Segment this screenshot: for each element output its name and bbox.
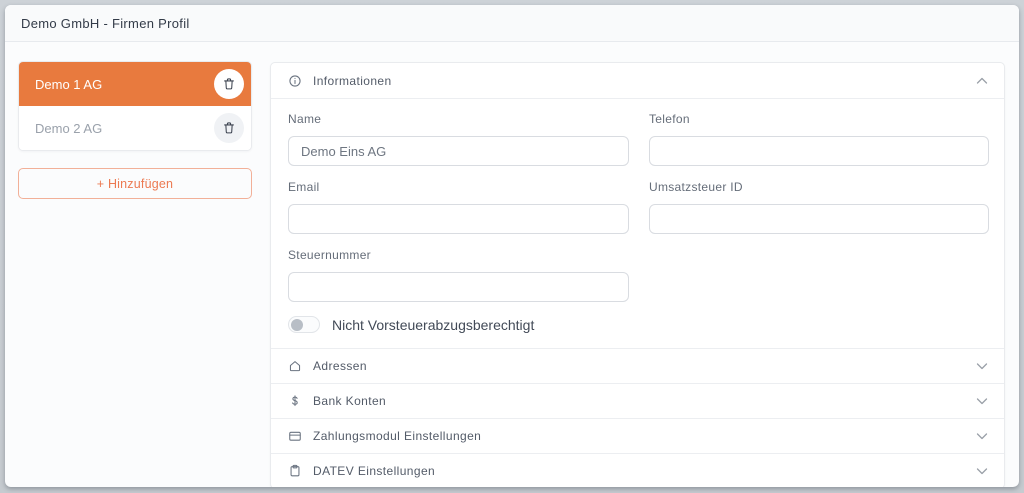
informationen-form: Name Telefon Email Umsatzsteuer ID Steue… (271, 98, 1004, 348)
section-label: Zahlungsmodul Einstellungen (313, 429, 482, 443)
section-header-bank-konten[interactable]: Bank Konten (271, 383, 1004, 418)
trash-icon (222, 77, 236, 91)
section-header-informationen[interactable]: Informationen (271, 63, 1004, 98)
name-input[interactable] (288, 136, 629, 166)
company-name: Demo 2 AG (35, 120, 103, 136)
home-icon (287, 359, 303, 373)
field-label: Telefon (649, 112, 690, 126)
company-sidebar: Demo 1 AG Demo 2 AG + Hinzufügen (18, 61, 252, 199)
credit-card-icon (287, 429, 303, 443)
section-header-datev[interactable]: DATEV Einstellungen (271, 453, 1004, 487)
toggle-knob (291, 318, 303, 331)
chevron-down-icon (976, 432, 988, 440)
delete-company-button[interactable] (214, 113, 244, 143)
section-header-adressen[interactable]: Adressen (271, 348, 1004, 383)
chevron-down-icon (976, 467, 988, 475)
section-label: Bank Konten (313, 394, 387, 408)
field-label: Name (288, 112, 322, 126)
section-header-zahlungsmodul[interactable]: Zahlungsmodul Einstellungen (271, 418, 1004, 453)
clipboard-icon (287, 464, 303, 478)
chevron-down-icon (976, 362, 988, 370)
add-company-button[interactable]: + Hinzufügen (18, 168, 252, 199)
section-label: Adressen (313, 359, 367, 373)
company-list: Demo 1 AG Demo 2 AG (18, 61, 252, 151)
email-input[interactable] (288, 204, 629, 234)
form-grid: Name Telefon Email Umsatzsteuer ID Steue… (288, 112, 989, 302)
vorsteuer-toggle-row: Nicht Vorsteuerabzugsberechtigt (288, 316, 988, 333)
delete-company-button[interactable] (214, 69, 244, 99)
dollar-icon (287, 394, 303, 408)
field-label: Steuernummer (288, 248, 371, 262)
field-label: Email (288, 180, 320, 194)
section-label: Informationen (313, 73, 392, 88)
info-icon (287, 74, 303, 88)
company-profile-panel: Informationen Name Telefon Email (270, 62, 1005, 487)
steuernummer-input[interactable] (288, 272, 629, 302)
field-label: Umsatzsteuer ID (649, 180, 743, 194)
telefon-input[interactable] (649, 136, 989, 166)
trash-icon (222, 121, 236, 135)
app-window: Demo GmbH - Firmen Profil Demo 1 AG Demo (5, 5, 1019, 487)
umsatzsteuer-id-input[interactable] (649, 204, 989, 234)
app-header: Demo GmbH - Firmen Profil (5, 5, 1019, 42)
field-telefon: Telefon (649, 112, 989, 166)
field-name: Name (288, 112, 629, 166)
chevron-down-icon (976, 397, 988, 405)
field-umsatzsteuer-id: Umsatzsteuer ID (649, 180, 989, 234)
company-item-demo-1[interactable]: Demo 1 AG (19, 62, 251, 106)
company-item-demo-2[interactable]: Demo 2 AG (19, 106, 251, 150)
vorsteuer-toggle[interactable] (288, 316, 320, 333)
toggle-label: Nicht Vorsteuerabzugsberechtigt (332, 316, 535, 333)
field-steuernummer: Steuernummer (288, 248, 629, 302)
field-email: Email (288, 180, 629, 234)
company-name: Demo 1 AG (35, 76, 103, 92)
section-label: DATEV Einstellungen (313, 464, 436, 478)
page-title: Demo GmbH - Firmen Profil (21, 15, 190, 31)
chevron-up-icon (976, 77, 988, 85)
